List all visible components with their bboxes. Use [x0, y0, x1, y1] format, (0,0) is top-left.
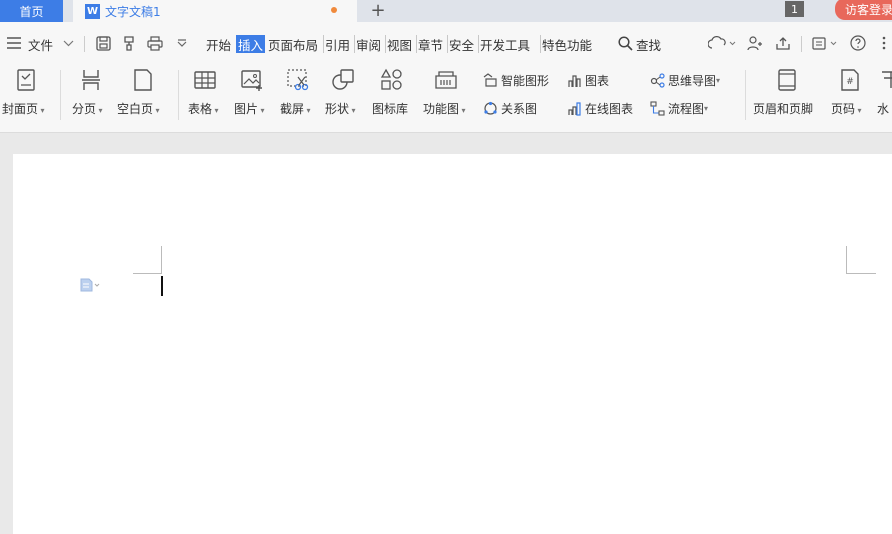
tab-view[interactable]: 视图 — [385, 35, 412, 53]
unsaved-dot-icon — [331, 7, 337, 13]
online-chart-icon — [568, 102, 581, 116]
tab-section[interactable]: 章节 — [416, 35, 443, 53]
divider — [801, 36, 802, 52]
tab-references[interactable]: 引用 — [323, 35, 350, 53]
window-count-badge[interactable]: 1 — [785, 1, 804, 17]
header-footer-icon[interactable] — [775, 68, 799, 92]
tab-review[interactable]: 审阅 — [354, 35, 381, 53]
guest-login-button[interactable]: 访客登录 — [835, 0, 892, 20]
collaborate-icon[interactable] — [746, 33, 764, 53]
relation-chart-button[interactable]: 关系图 — [483, 100, 537, 117]
divider — [745, 70, 746, 120]
tab-document[interactable]: W 文字文稿1 — [73, 0, 357, 22]
margin-corner-mark — [846, 273, 876, 274]
margin-corner-mark — [846, 246, 847, 273]
help-icon[interactable] — [849, 33, 867, 53]
page-break-button[interactable]: 分页 ▾ — [72, 100, 103, 117]
shape-button[interactable]: 形状 ▾ — [325, 100, 356, 117]
watermark-button[interactable]: 水 — [877, 100, 889, 117]
screenshot-icon[interactable] — [286, 68, 310, 92]
screenshot-button[interactable]: 截屏 ▾ — [280, 100, 311, 117]
search-icon[interactable] — [617, 33, 633, 53]
more-tools-icon[interactable] — [810, 33, 840, 53]
chevron-down-icon[interactable] — [61, 33, 75, 53]
tab-start[interactable]: 开始 — [206, 35, 231, 53]
share-icon[interactable] — [774, 33, 792, 53]
print-icon[interactable] — [146, 33, 164, 53]
divider — [84, 36, 85, 52]
page-number-icon[interactable]: # — [838, 68, 862, 92]
bar-chart-icon — [568, 75, 581, 87]
page-break-icon[interactable] — [79, 68, 103, 92]
blank-page-icon[interactable] — [131, 68, 155, 92]
icon-library-icon[interactable] — [380, 68, 404, 92]
smart-graphic-icon — [483, 73, 497, 87]
document-page[interactable] — [13, 154, 892, 534]
watermark-icon[interactable] — [879, 68, 892, 92]
mind-map-icon — [650, 73, 665, 88]
margin-corner-mark — [133, 273, 161, 274]
paragraph-layout-icon[interactable] — [80, 278, 100, 292]
shape-icon[interactable] — [331, 68, 355, 92]
quick-access-dropdown-icon[interactable] — [175, 33, 189, 53]
header-footer-button[interactable]: 页眉和页脚 — [753, 100, 813, 117]
picture-icon[interactable] — [240, 68, 264, 92]
chart-button[interactable]: 图表 — [567, 72, 609, 89]
icon-library-button[interactable]: 图标库 — [372, 100, 408, 117]
search-label[interactable]: 查找 — [636, 35, 661, 53]
divider — [178, 70, 179, 120]
text-cursor — [161, 276, 163, 296]
cover-page-button[interactable]: 封面页 ▾ — [2, 100, 45, 117]
picture-button[interactable]: 图片 ▾ — [234, 100, 265, 117]
tab-developer-tools[interactable]: 开发工具 — [478, 35, 530, 53]
tab-security[interactable]: 安全 — [447, 35, 474, 53]
document-title: 文字文稿1 — [105, 4, 161, 19]
blank-page-button[interactable]: 空白页 ▾ — [117, 100, 160, 117]
function-chart-icon[interactable] — [434, 68, 458, 92]
mind-map-button[interactable]: 思维导图 ▾ — [650, 72, 720, 89]
flowchart-button[interactable]: 流程图 ▾ — [650, 100, 708, 117]
file-menu[interactable]: 文件 — [28, 35, 53, 53]
cover-page-icon[interactable] — [14, 68, 38, 92]
tab-insert[interactable]: 插入 — [236, 35, 266, 53]
writer-doc-icon: W — [85, 3, 100, 19]
format-painter-icon[interactable] — [120, 33, 138, 53]
margin-corner-mark — [161, 246, 162, 274]
save-icon[interactable] — [94, 33, 112, 53]
hamburger-menu-icon[interactable] — [5, 33, 23, 53]
online-chart-button[interactable]: 在线图表 — [567, 100, 633, 117]
tab-home[interactable]: 首页 — [0, 0, 63, 22]
relation-chart-icon — [484, 101, 497, 115]
new-tab-button[interactable]: + — [368, 0, 388, 21]
smart-graphic-button[interactable]: 智能图形 — [483, 72, 549, 89]
svg-text:#: # — [846, 77, 854, 87]
divider — [60, 70, 61, 120]
tab-special-features[interactable]: 特色功能 — [540, 35, 592, 53]
table-button[interactable]: 表格 ▾ — [188, 100, 219, 117]
function-chart-button[interactable]: 功能图 ▾ — [423, 100, 466, 117]
more-options-icon[interactable] — [879, 33, 889, 53]
table-icon[interactable] — [193, 68, 217, 92]
tab-page-layout[interactable]: 页面布局 — [268, 35, 318, 53]
cloud-sync-icon[interactable] — [707, 33, 737, 53]
flowchart-icon — [650, 101, 665, 116]
page-number-button[interactable]: 页码 ▾ — [831, 100, 862, 117]
